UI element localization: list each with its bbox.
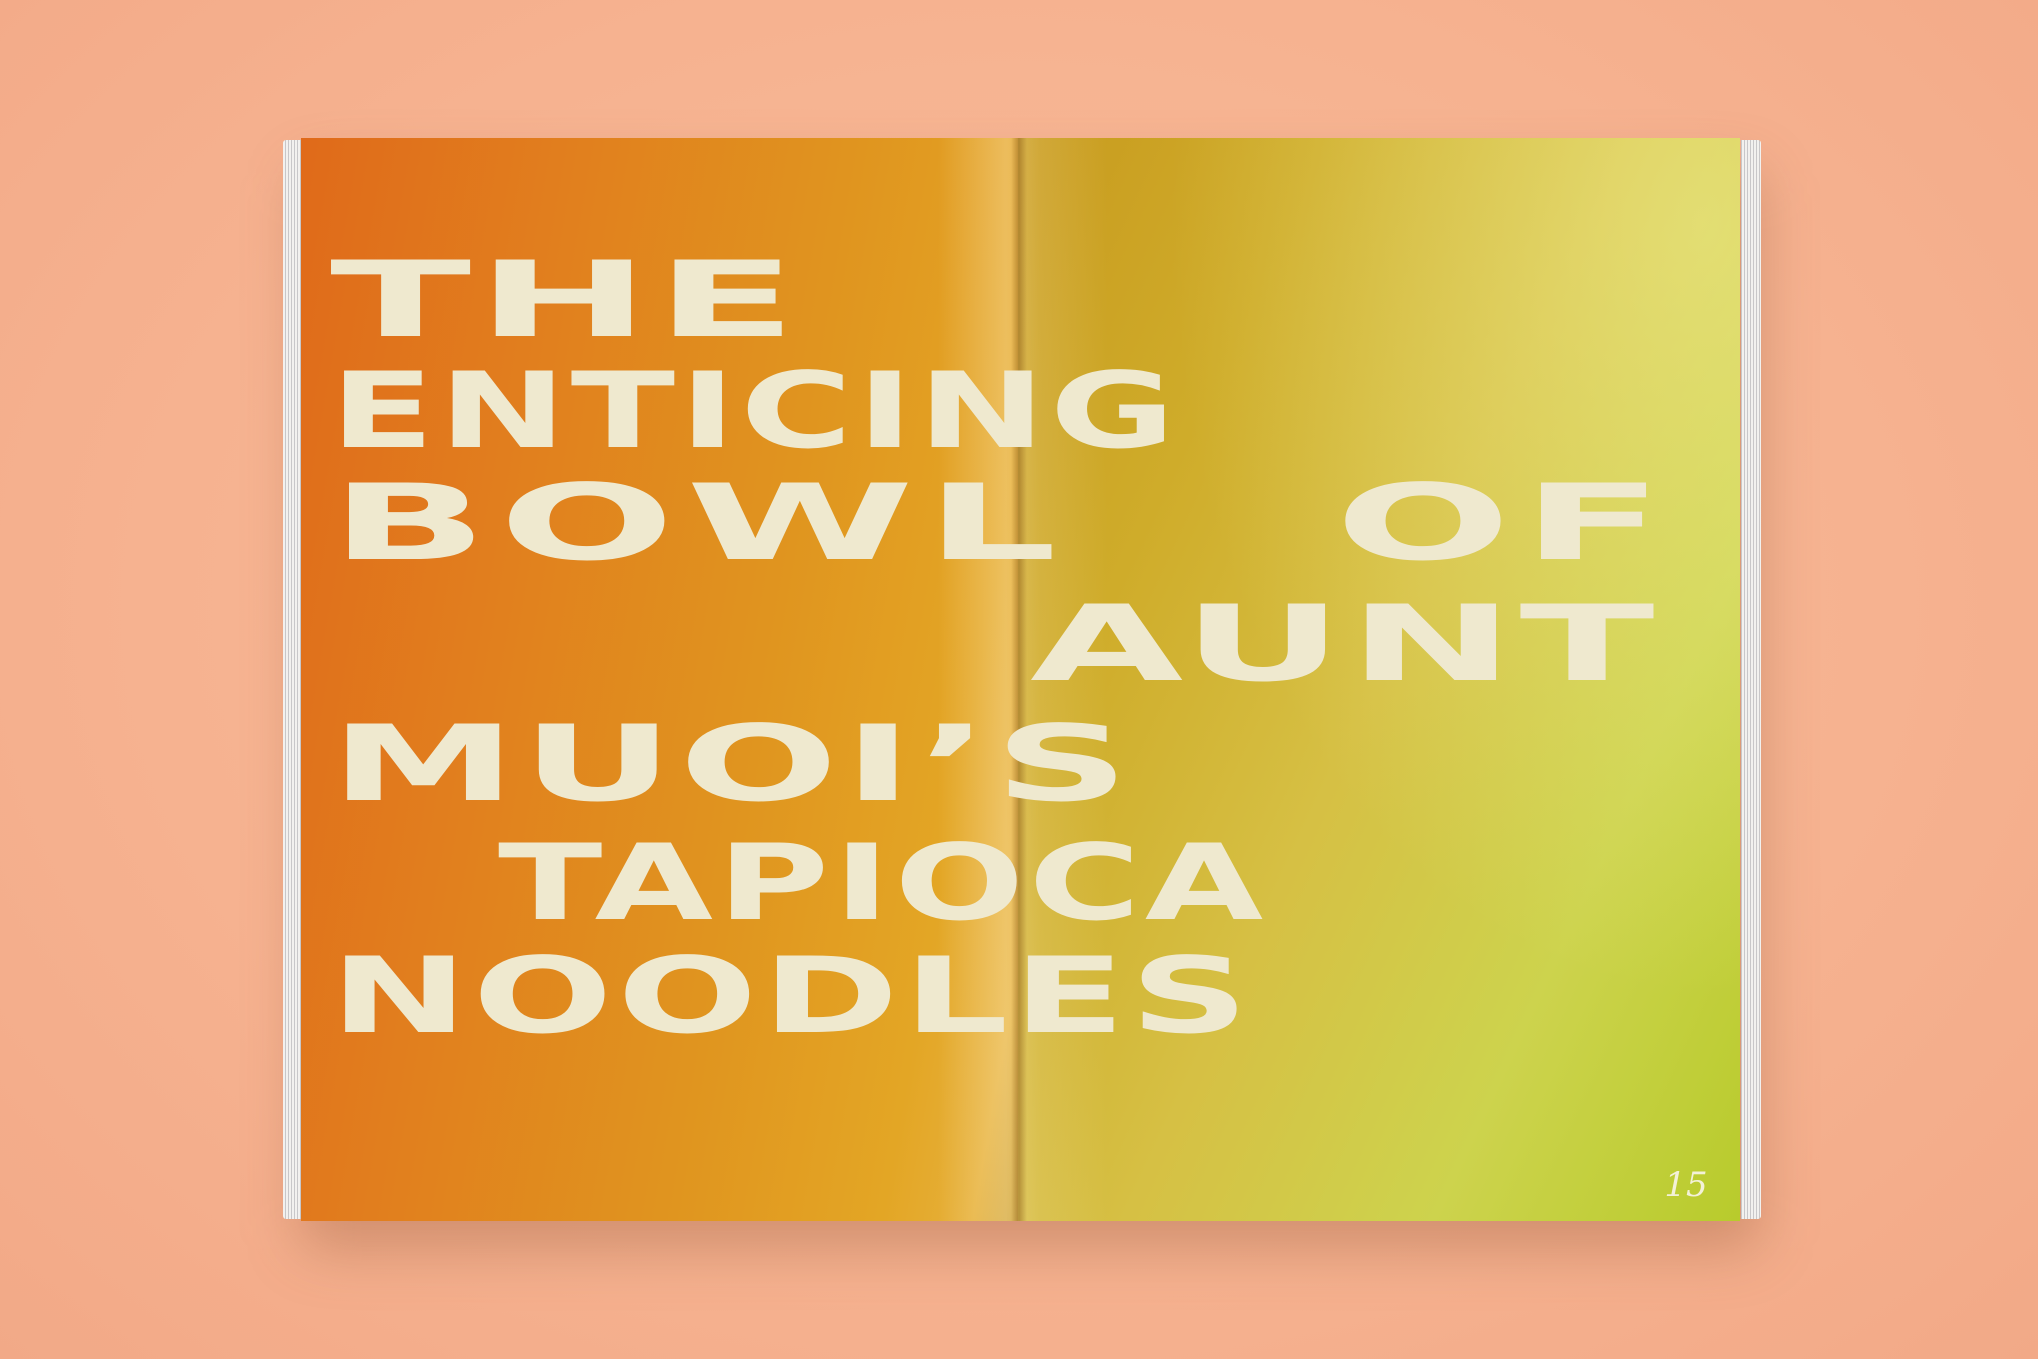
spread-headline: THE ENTICING BOWL OF AUNT MUOI’S TAPIOCA… — [330, 245, 1730, 1049]
headline-line-muois: MUOI’S — [330, 703, 1135, 826]
headline-line-the: THE — [330, 239, 803, 362]
left-page-edges — [283, 140, 303, 1219]
page-number: 15 — [1664, 1165, 1708, 1205]
headline-line-of: OF — [1335, 462, 1675, 585]
headline-line-tapioca: TAPIOCA — [498, 822, 1268, 945]
headline-line-enticing: ENTICING — [330, 350, 1180, 473]
headline-line-noodles: NOODLES — [330, 935, 1254, 1058]
headline-line-aunt: AUNT — [1030, 583, 1660, 706]
